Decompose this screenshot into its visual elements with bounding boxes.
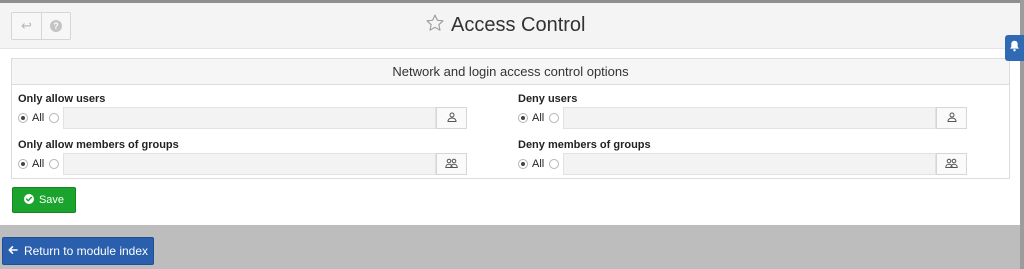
radio-all-label: All [532,112,545,124]
notification-tab[interactable] [1005,35,1024,61]
user-icon [947,109,957,127]
arrow-left-icon [8,244,18,258]
field-only-allow-users: Only allow users All [18,92,468,129]
options-heading: Network and login access control options [12,59,1009,85]
back-icon: ↩ [21,18,32,33]
user-picker-button[interactable] [936,107,968,129]
save-button[interactable]: Save [12,187,76,213]
panel-header: ↩ ? Access Control [0,3,1020,49]
groups-input[interactable] [63,153,437,175]
bell-icon [1009,39,1020,57]
radio-all[interactable] [18,159,28,169]
field-label: Deny members of groups [518,139,651,151]
group-icon [945,155,958,173]
main-panel: ↩ ? Access Control Network and login acc… [0,3,1020,225]
radio-all-label: All [32,158,45,170]
group-icon [445,155,458,173]
return-label: Return to module index [23,244,149,258]
radio-all[interactable] [518,113,528,123]
help-button[interactable]: ? [41,13,70,39]
page-title: Access Control [451,13,586,36]
field-label: Deny users [518,93,578,105]
radio-listed[interactable] [549,159,560,169]
radio-all-label: All [32,112,45,124]
user-picker-button[interactable] [436,107,468,129]
check-circle-icon [23,193,34,207]
access-options-box: Network and login access control options… [11,58,1010,179]
radio-all[interactable] [518,159,528,169]
radio-listed[interactable] [549,113,560,123]
help-icon: ? [50,20,62,32]
title-area: Access Control [425,12,586,38]
star-icon[interactable] [425,13,445,38]
field-label: Only allow users [18,93,106,105]
save-label: Save [38,194,65,206]
header-button-group: ↩ ? [11,12,71,40]
group-picker-button[interactable] [936,153,968,175]
field-only-allow-groups: Only allow members of groups All [18,138,468,175]
radio-all[interactable] [18,113,28,123]
deny-users-input[interactable] [563,107,937,129]
deny-groups-input[interactable] [563,153,937,175]
group-picker-button[interactable] [436,153,468,175]
field-deny-groups: Deny members of groups All [518,138,968,175]
radio-all-label: All [532,158,545,170]
field-label: Only allow members of groups [18,139,179,151]
return-to-module-index-button[interactable]: Return to module index [2,237,154,265]
user-icon [447,109,457,127]
field-deny-users: Deny users All [518,92,968,129]
radio-listed[interactable] [49,113,60,123]
back-button[interactable]: ↩ [12,13,41,39]
users-input[interactable] [63,107,437,129]
radio-listed[interactable] [49,159,60,169]
